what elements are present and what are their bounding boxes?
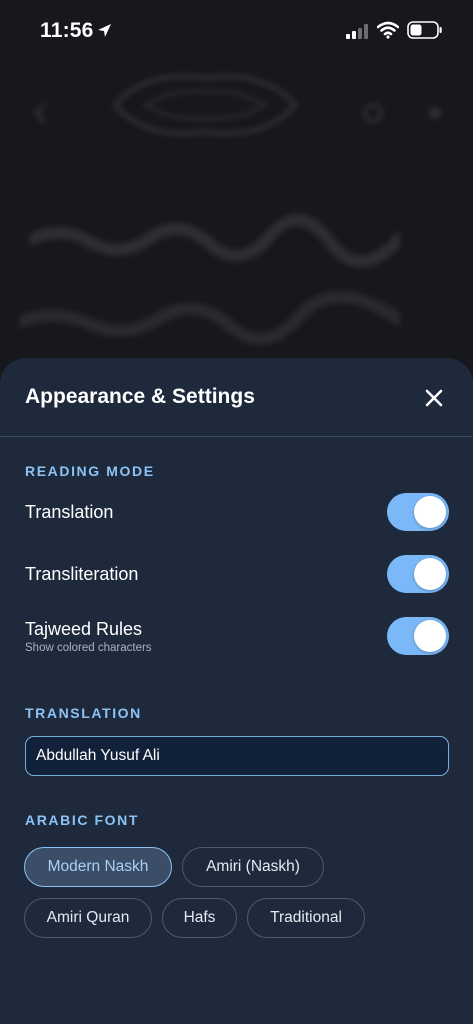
toggle-knob — [414, 620, 446, 652]
toggle-subtitle: Show colored characters — [25, 642, 152, 654]
toggle-label: Tajweed Rules — [25, 619, 143, 639]
settings-sheet: Appearance & Settings READING MODE Trans… — [0, 358, 473, 1024]
transliteration-toggle[interactable] — [387, 555, 449, 593]
status-bar: 11:56 — [0, 0, 473, 64]
font-chip-traditional[interactable]: Traditional — [247, 898, 365, 938]
close-button[interactable] — [418, 382, 450, 414]
reading-mode-section-label: READING MODE — [25, 463, 155, 479]
sheet-title: Appearance & Settings — [25, 385, 255, 408]
wifi-icon — [377, 21, 399, 39]
more-icon — [429, 107, 441, 119]
translation-select[interactable]: Abdullah Yusuf Ali — [25, 736, 449, 776]
battery-icon — [407, 21, 442, 39]
font-chip-hafs[interactable]: Hafs — [162, 898, 237, 938]
arabic-verse-line-icon — [30, 214, 400, 268]
translation-toggle[interactable] — [387, 493, 449, 531]
screen: 11:56 Appearance & Settings READING MODE… — [0, 0, 473, 1024]
back-arrow-icon — [33, 103, 46, 123]
toggle-row-translation: Translation — [25, 492, 449, 532]
settings-icon — [363, 103, 383, 123]
sheet-header: Appearance & Settings — [0, 358, 473, 437]
translation-section-label: TRANSLATION — [25, 705, 142, 721]
toggle-knob — [414, 496, 446, 528]
font-chip-amiri-quran[interactable]: Amiri Quran — [24, 898, 152, 938]
close-icon — [425, 389, 443, 407]
font-chip-amiri-naskh[interactable]: Amiri (Naskh) — [182, 847, 324, 887]
arabic-font-section-label: ARABIC FONT — [25, 812, 140, 828]
toggle-label: Translation — [25, 502, 114, 522]
toggle-knob — [414, 558, 446, 590]
location-arrow-icon — [98, 24, 111, 37]
cellular-signal-icon — [346, 24, 368, 39]
font-chip-modern-naskh[interactable]: Modern Naskh — [24, 847, 172, 887]
status-time: 11:56 — [40, 19, 94, 42]
toggle-label: Transliteration — [25, 564, 139, 584]
tajweed-toggle[interactable] — [387, 617, 449, 655]
arabic-verse-line-icon — [20, 291, 400, 345]
surah-ornament-icon — [112, 74, 298, 136]
toggle-row-tajweed: Tajweed Rules Show colored characters — [25, 617, 449, 657]
toggle-row-transliteration: Transliteration — [25, 554, 449, 594]
